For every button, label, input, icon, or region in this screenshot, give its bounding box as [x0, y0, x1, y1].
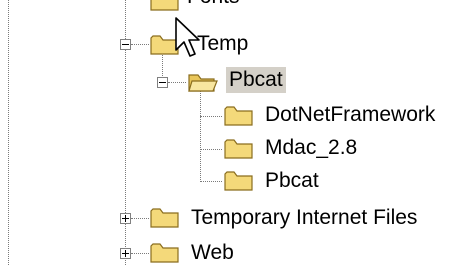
folder-icon	[150, 0, 179, 11]
tree-item-label: Mdac_2.8	[265, 136, 358, 159]
tree-item-label: Pbcat	[265, 169, 319, 192]
tree-item-temp[interactable]: Temp	[194, 31, 251, 57]
tree-guide-line	[131, 44, 149, 45]
tree-guide-line	[200, 88, 201, 182]
tree-item-web[interactable]: Web	[188, 240, 237, 266]
folder-icon	[224, 139, 253, 159]
collapse-toggle-icon[interactable]	[120, 39, 131, 50]
tree-guide-line	[8, 0, 9, 265]
tree-guide-line	[131, 218, 149, 219]
arrow-pointer-icon	[175, 17, 200, 57]
folder-tree: Fonts Temp Pbcat DotNetFramework Mdac_2.…	[0, 0, 458, 265]
tree-item-pbcat-selected[interactable]: Pbcat	[226, 67, 286, 93]
expand-toggle-icon[interactable]	[120, 248, 131, 259]
tree-item-mdac[interactable]: Mdac_2.8	[262, 135, 360, 161]
tree-item-label: Web	[191, 241, 234, 264]
tree-item-fonts[interactable]: Fonts	[184, 0, 243, 10]
tree-guide-line	[168, 82, 186, 83]
tree-item-pbcat-child[interactable]: Pbcat	[262, 168, 322, 194]
tree-guide-line	[200, 116, 222, 117]
folder-icon	[224, 106, 253, 126]
folder-icon	[150, 243, 179, 263]
expand-toggle-icon[interactable]	[120, 213, 131, 224]
tree-item-temporary-internet-files[interactable]: Temporary Internet Files	[188, 205, 420, 231]
tree-item-label: Temp	[197, 32, 249, 55]
tree-item-dotnetframework[interactable]: DotNetFramework	[262, 102, 438, 128]
tree-item-label: Pbcat	[229, 68, 283, 91]
open-folder-icon	[188, 74, 218, 92]
folder-icon	[224, 171, 253, 191]
collapse-toggle-icon[interactable]	[157, 77, 168, 88]
folder-icon	[150, 208, 179, 228]
tree-guide-line	[200, 149, 222, 150]
tree-item-label: Temporary Internet Files	[191, 206, 418, 229]
tree-guide-line	[200, 181, 222, 182]
tree-item-label: DotNetFramework	[265, 103, 436, 126]
tree-item-label: Fonts	[187, 0, 240, 8]
tree-guide-line	[131, 253, 149, 254]
